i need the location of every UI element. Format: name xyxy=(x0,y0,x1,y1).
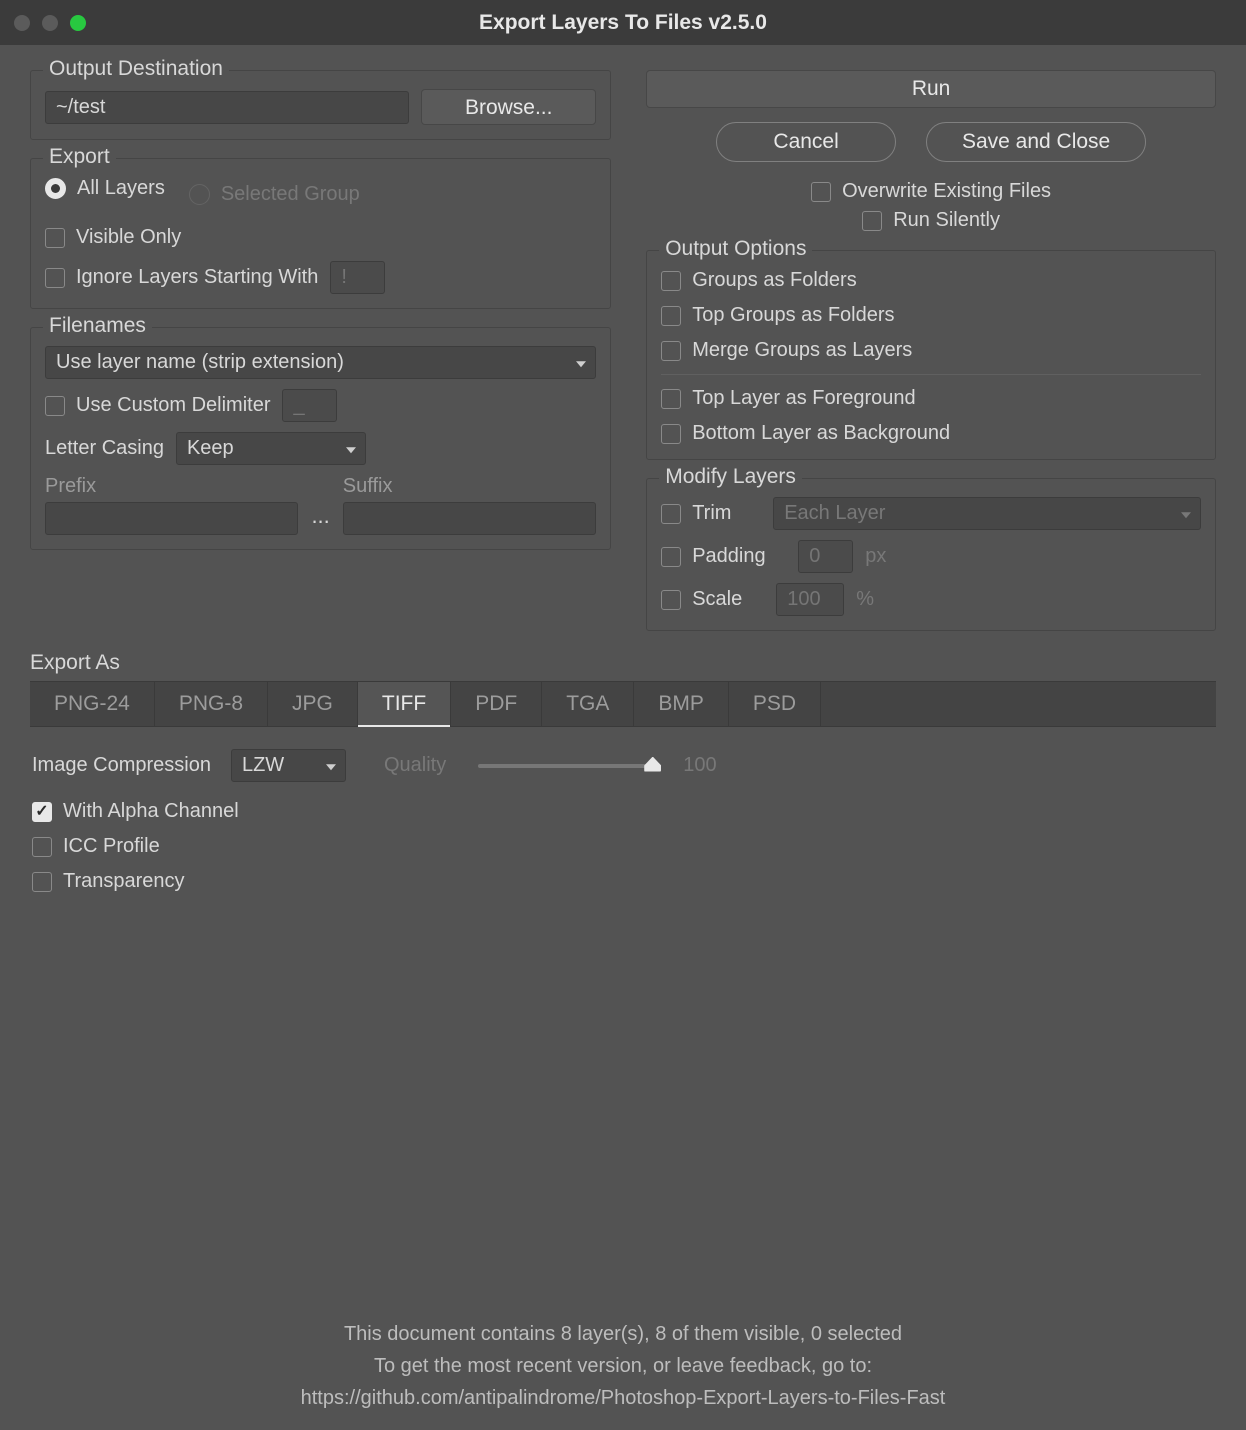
filenames-legend: Filenames xyxy=(43,314,152,338)
modify-layers-fieldset: Modify Layers Trim Each Layer Padding px xyxy=(646,478,1216,631)
quality-value: 100 xyxy=(683,754,716,777)
titlebar: Export Layers To Files v2.5.0 xyxy=(0,0,1246,45)
custom-delimiter-input xyxy=(282,389,337,422)
export-legend: Export xyxy=(43,145,116,169)
compression-label: Image Compression xyxy=(32,754,211,777)
scale-unit: % xyxy=(856,588,874,611)
checkbox-ignore-prefix[interactable]: Ignore Layers Starting With xyxy=(45,266,318,289)
save-close-button[interactable]: Save and Close xyxy=(926,122,1146,162)
tab-png24[interactable]: PNG-24 xyxy=(30,682,155,726)
tab-jpg[interactable]: JPG xyxy=(268,682,358,726)
prefix-input[interactable] xyxy=(45,502,298,535)
checkbox-visible-only[interactable]: Visible Only xyxy=(45,226,596,249)
checkbox-trim[interactable]: Trim xyxy=(661,502,761,525)
checkbox-run-silently[interactable]: Run Silently xyxy=(862,209,1000,232)
filename-ellipsis: ... xyxy=(308,503,332,529)
window-title: Export Layers To Files v2.5.0 xyxy=(0,11,1246,35)
suffix-input[interactable] xyxy=(343,502,596,535)
trim-select: Each Layer xyxy=(773,497,1201,530)
quality-slider[interactable] xyxy=(478,764,653,768)
checkbox-padding[interactable]: Padding xyxy=(661,545,786,568)
checkbox-groups-as-folders[interactable]: Groups as Folders xyxy=(661,269,1201,292)
footer-line3: https://github.com/antipalindrome/Photos… xyxy=(0,1382,1246,1414)
checkbox-alpha-channel[interactable]: With Alpha Channel xyxy=(32,800,1214,823)
filename-template-select[interactable]: Use layer name (strip extension) xyxy=(45,346,596,379)
modify-layers-legend: Modify Layers xyxy=(659,465,802,489)
tab-tiff[interactable]: TIFF xyxy=(358,682,451,726)
options-divider xyxy=(661,374,1201,375)
radio-selected-group: Selected Group xyxy=(189,183,360,206)
tab-psd[interactable]: PSD xyxy=(729,682,821,726)
radio-all-layers[interactable]: All Layers xyxy=(45,177,165,200)
output-destination-legend: Output Destination xyxy=(43,57,229,81)
checkbox-top-layer-fg[interactable]: Top Layer as Foreground xyxy=(661,387,1201,410)
padding-input xyxy=(798,540,853,573)
suffix-label: Suffix xyxy=(343,475,596,498)
checkbox-top-groups-as-folders[interactable]: Top Groups as Folders xyxy=(661,304,1201,327)
checkbox-bottom-layer-bg[interactable]: Bottom Layer as Background xyxy=(661,422,1201,445)
run-button[interactable]: Run xyxy=(646,70,1216,108)
prefix-label: Prefix xyxy=(45,475,298,498)
checkbox-icc-profile[interactable]: ICC Profile xyxy=(32,835,1214,858)
scale-input xyxy=(776,583,844,616)
export-fieldset: Export All Layers Selected Group Visible… xyxy=(30,158,611,309)
tab-bmp[interactable]: BMP xyxy=(634,682,729,726)
tab-tga[interactable]: TGA xyxy=(542,682,634,726)
letter-casing-label: Letter Casing xyxy=(45,437,164,460)
filenames-fieldset: Filenames Use layer name (strip extensio… xyxy=(30,327,611,550)
export-as-tabs: PNG-24 PNG-8 JPG TIFF PDF TGA BMP PSD xyxy=(30,681,1216,727)
footer-line2: To get the most recent version, or leave… xyxy=(0,1350,1246,1382)
output-path-input[interactable] xyxy=(45,91,409,124)
output-options-fieldset: Output Options Groups as Folders Top Gro… xyxy=(646,250,1216,460)
checkbox-merge-groups[interactable]: Merge Groups as Layers xyxy=(661,339,1201,362)
checkbox-overwrite[interactable]: Overwrite Existing Files xyxy=(811,180,1051,203)
checkbox-custom-delimiter[interactable]: Use Custom Delimiter xyxy=(45,394,270,417)
cancel-button[interactable]: Cancel xyxy=(716,122,896,162)
browse-button[interactable]: Browse... xyxy=(421,89,596,125)
output-destination-fieldset: Output Destination Browse... xyxy=(30,70,611,140)
checkbox-transparency[interactable]: Transparency xyxy=(32,870,1214,893)
padding-unit: px xyxy=(865,545,886,568)
footer-line1: This document contains 8 layer(s), 8 of … xyxy=(0,1318,1246,1350)
export-as-label: Export As xyxy=(30,651,1216,675)
checkbox-scale[interactable]: Scale xyxy=(661,588,764,611)
compression-select[interactable]: LZW xyxy=(231,749,346,782)
letter-casing-select[interactable]: Keep xyxy=(176,432,366,465)
quality-label: Quality xyxy=(384,754,446,777)
ignore-prefix-input xyxy=(330,261,385,294)
output-options-legend: Output Options xyxy=(659,237,812,261)
tab-png8[interactable]: PNG-8 xyxy=(155,682,268,726)
tab-pdf[interactable]: PDF xyxy=(451,682,542,726)
footer-info: This document contains 8 layer(s), 8 of … xyxy=(0,1318,1246,1414)
